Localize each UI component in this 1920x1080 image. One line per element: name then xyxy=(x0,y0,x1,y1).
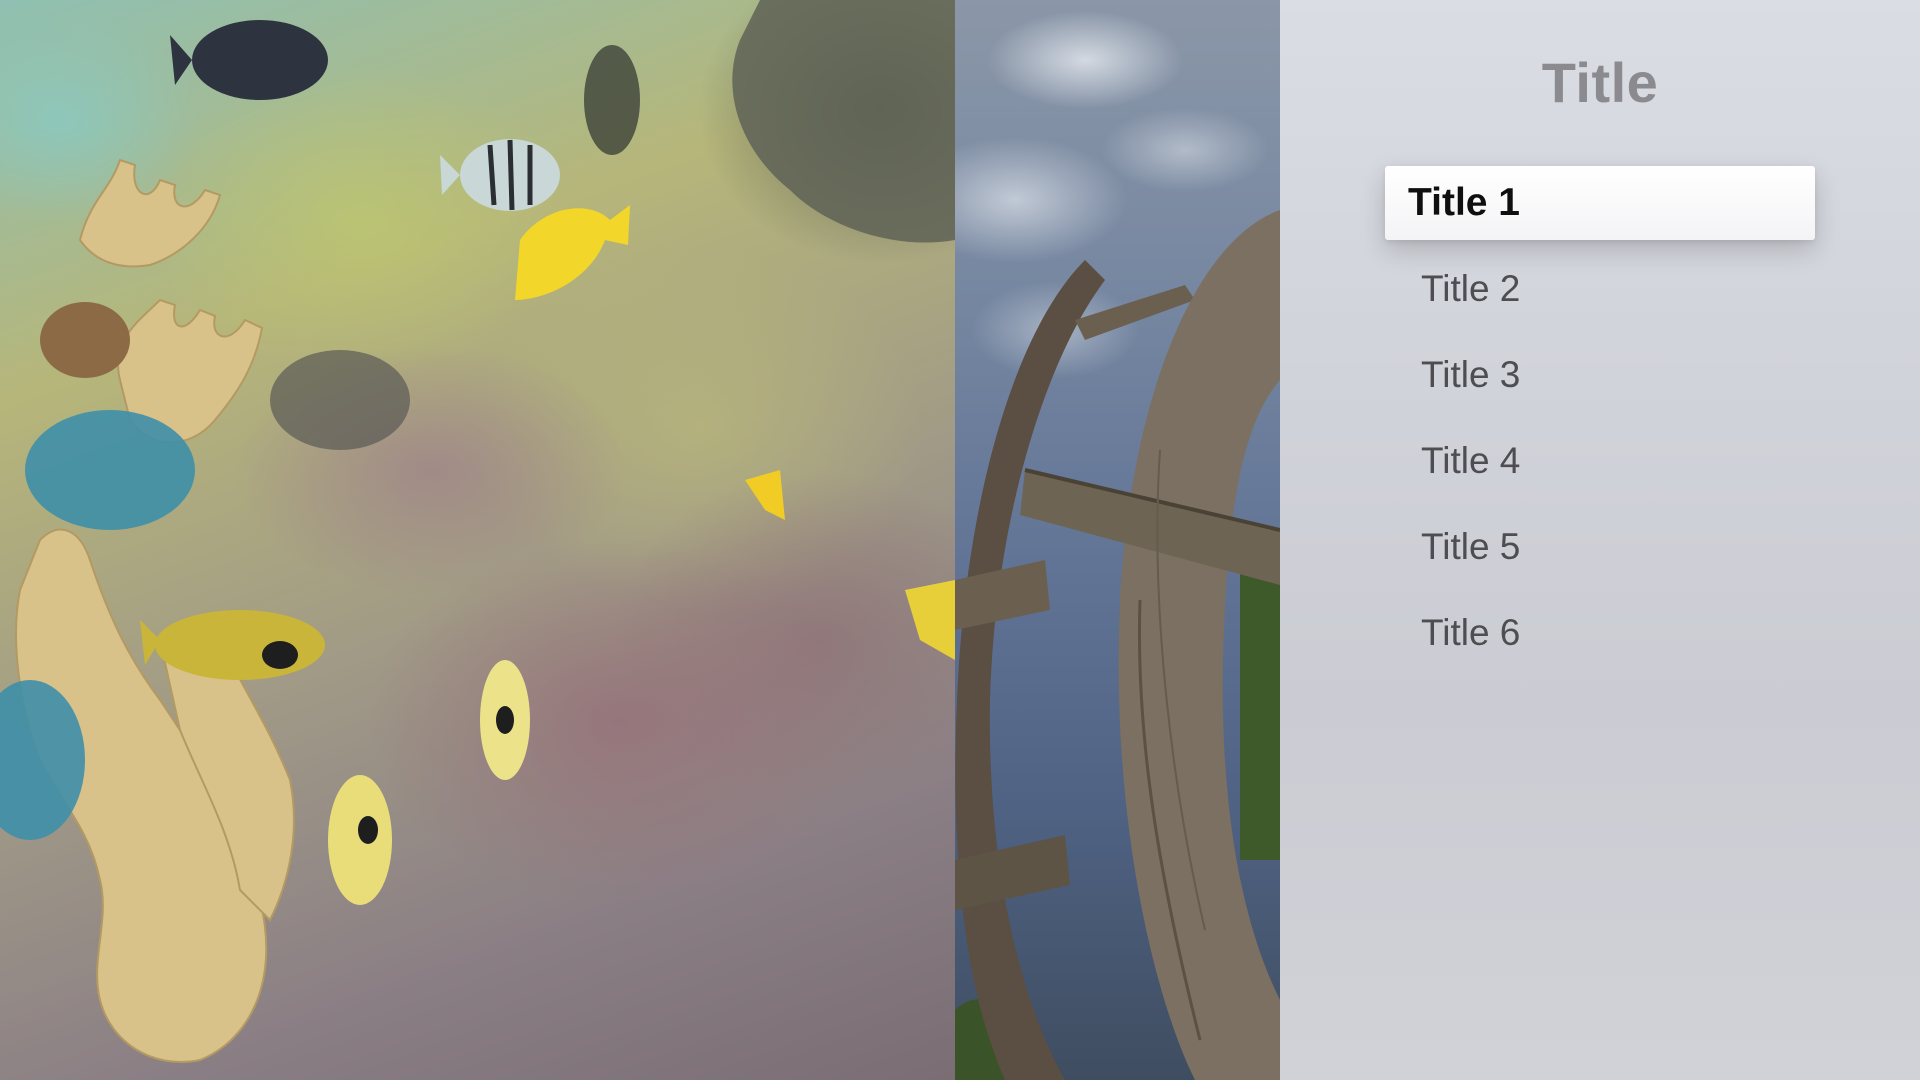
fish-edge xyxy=(905,580,955,660)
water-wheel-illustration xyxy=(955,210,1280,1080)
fish-butterfly-2 xyxy=(480,660,530,780)
water-wheel-photo xyxy=(955,0,1280,1080)
reef-photo xyxy=(0,0,955,1080)
menu-title: Title xyxy=(1541,51,1659,114)
fish-yellow-tang xyxy=(515,205,630,300)
fish-yellow-small xyxy=(745,470,785,520)
menu-item-title-5[interactable]: Title 5 xyxy=(1385,510,1815,584)
menu-item-title-4[interactable]: Title 4 xyxy=(1385,424,1815,498)
fish-brown xyxy=(40,302,130,378)
menu-item-title-2[interactable]: Title 2 xyxy=(1385,252,1815,326)
menu-item-title-3[interactable]: Title 3 xyxy=(1385,338,1815,412)
fish-striped xyxy=(440,139,560,211)
fish-dark xyxy=(170,20,328,100)
menu-list: Title 1 Title 2 Title 3 Title 4 Title 5 … xyxy=(1385,166,1815,682)
reef-illustration xyxy=(0,0,955,1063)
menu-panel: Title Title 1 Title 2 Title 3 Title 4 Ti… xyxy=(1280,0,1920,1080)
menu-item-title-6[interactable]: Title 6 xyxy=(1385,596,1815,670)
fish-butterfly-3 xyxy=(328,775,392,905)
menu-item-title-1[interactable]: Title 1 xyxy=(1385,166,1815,240)
